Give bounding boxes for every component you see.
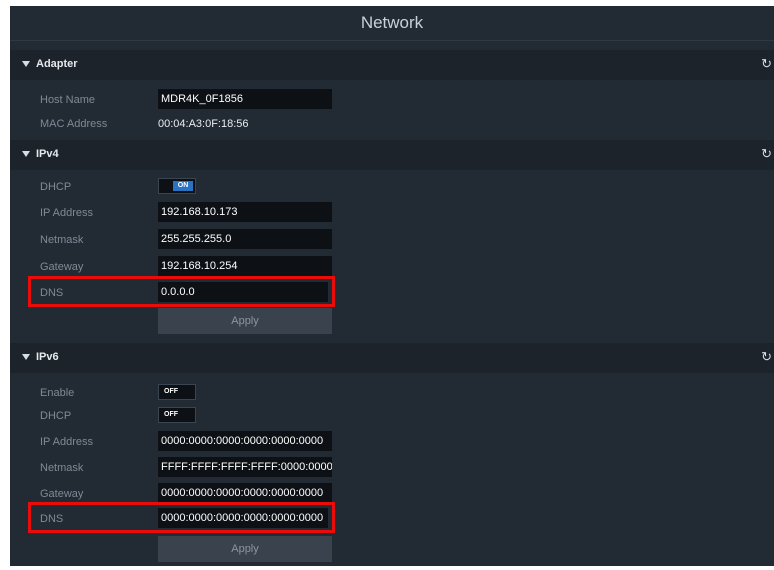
ipv4-apply-button[interactable]: Apply (158, 308, 332, 334)
ipv6-dhcp-toggle[interactable]: OFF (158, 407, 196, 423)
section-ipv4-header[interactable]: IPv4 ↻ (10, 140, 774, 170)
ipv6-ip-address-label: IP Address (40, 436, 93, 448)
ipv6-apply-button[interactable]: Apply (158, 536, 332, 562)
ipv4-gateway-label: Gateway (40, 261, 84, 273)
refresh-icon[interactable]: ↻ (761, 56, 772, 72)
ipv4-dhcp-toggle-state: ON (173, 181, 193, 191)
ipv6-enable-toggle[interactable]: OFF (158, 384, 196, 400)
chevron-down-icon (22, 354, 30, 360)
ipv4-gateway-field[interactable]: 192.168.10.254 (158, 256, 332, 276)
ipv4-dhcp-toggle[interactable]: ON (158, 178, 196, 194)
chevron-down-icon (22, 151, 30, 157)
ipv6-dhcp-toggle-state: OFF (164, 411, 178, 418)
section-ipv4-label: IPv4 (36, 148, 59, 160)
mac-address-value: 00:04:A3:0F:18:56 (158, 118, 249, 130)
refresh-icon[interactable]: ↻ (761, 349, 772, 365)
ipv4-netmask-field[interactable]: 255.255.255.0 (158, 229, 332, 249)
host-name-field[interactable]: MDR4K_0F1856 (158, 89, 332, 109)
ipv6-dns-field[interactable]: 0000:0000:0000:0000:0000:0000 (158, 508, 328, 528)
ipv4-dns-label: DNS (40, 287, 64, 299)
ipv6-gateway-field[interactable]: 0000:0000:0000:0000:0000:0000 (158, 483, 332, 503)
section-ipv6-label: IPv6 (36, 351, 59, 363)
host-name-label: Host Name (40, 94, 96, 106)
ipv4-ip-address-field[interactable]: 192.168.10.173 (158, 202, 332, 222)
ipv6-gateway-label: Gateway (40, 488, 84, 500)
ipv6-enable-toggle-state: OFF (164, 388, 178, 395)
ipv6-netmask-field[interactable]: FFFF:FFFF:FFFF:FFFF:0000:0000:0 (158, 457, 332, 477)
ipv4-dhcp-label: DHCP (40, 181, 72, 193)
section-adapter-label: Adapter (36, 58, 78, 70)
refresh-icon[interactable]: ↻ (761, 146, 772, 162)
mac-address-label: MAC Address (40, 118, 108, 130)
ipv6-enable-label: Enable (40, 387, 75, 399)
ipv4-netmask-label: Netmask (40, 234, 84, 246)
section-ipv6-header[interactable]: IPv6 ↻ (10, 343, 774, 373)
network-panel: Network Adapter ↻ Host Name MDR4K_0F1856… (10, 6, 774, 566)
ipv6-dhcp-label: DHCP (40, 410, 72, 422)
ipv6-netmask-label: Netmask (40, 462, 84, 474)
page-title: Network (10, 6, 774, 41)
section-adapter-header[interactable]: Adapter ↻ (10, 50, 774, 80)
chevron-down-icon (22, 61, 30, 67)
ipv6-dns-label: DNS (40, 513, 64, 525)
ipv4-dns-field[interactable]: 0.0.0.0 (158, 282, 328, 302)
ipv6-ip-address-field[interactable]: 0000:0000:0000:0000:0000:0000 (158, 431, 332, 451)
ipv4-ip-address-label: IP Address (40, 207, 93, 219)
